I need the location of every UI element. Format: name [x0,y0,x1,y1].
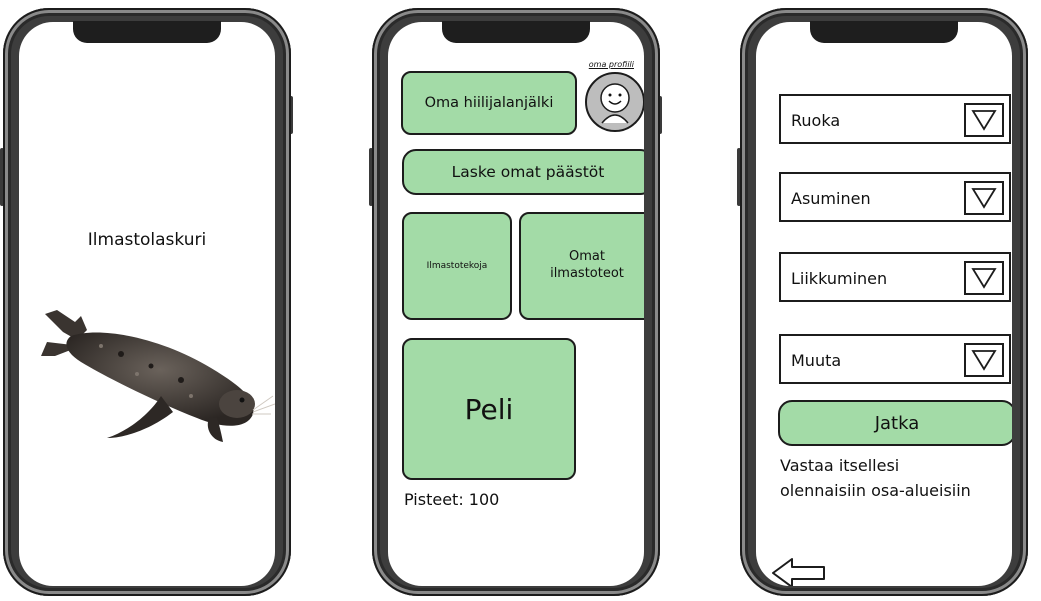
dropdown-label: Liikkuminen [791,269,888,288]
points-label: Pisteet: 100 [404,490,500,509]
phone-notch [810,21,958,43]
dropdown-muuta[interactable]: Muuta [779,334,1011,384]
dropdown-label: Ruoka [791,111,841,130]
dropdown-label: Muuta [791,351,842,370]
dropdown-arrow-icon[interactable] [964,103,1004,137]
back-arrow-icon[interactable] [770,556,828,586]
phone-splash: Ilmastolaskuri [0,8,293,600]
dropdown-arrow-icon[interactable] [964,261,1004,295]
seal-image [41,310,275,442]
dropdown-arrow-icon[interactable] [964,343,1004,377]
carbon-footprint-button[interactable]: Oma hiilijalanjälki [401,71,577,135]
dropdown-liikkuminen[interactable]: Liikkuminen [779,252,1011,302]
dropdown-label: Asuminen [791,189,871,208]
home-screen: oma profiili Oma hiilijalanjälki Laske o… [388,22,644,586]
instruction-text: Vastaa itsellesi olennaisiin osa-alueisi… [780,456,971,500]
climate-deeds-button[interactable]: Ilmastotekoja [402,212,512,320]
dropdown-asuminen[interactable]: Asuminen [779,172,1011,222]
app-title: Ilmastolaskuri [87,230,207,250]
phone-notch [73,21,221,43]
continue-button[interactable]: Jatka [778,400,1012,446]
avatar-icon[interactable] [584,71,644,133]
phone-categories: Ruoka Asuminen Liikkuminen Muuta Jatka V… [737,8,1028,600]
calculate-emissions-button[interactable]: Laske omat päästöt [402,149,644,195]
game-button[interactable]: Peli [402,338,576,480]
phone-notch [442,21,590,43]
dropdown-ruoka[interactable]: Ruoka [779,94,1011,144]
my-climate-deeds-button[interactable]: Omat ilmastoteot [519,212,644,320]
dropdown-arrow-icon[interactable] [964,181,1004,215]
categories-screen: Ruoka Asuminen Liikkuminen Muuta Jatka V… [756,22,1012,586]
splash-screen: Ilmastolaskuri [19,22,275,586]
phone-home: oma profiili Oma hiilijalanjälki Laske o… [369,8,662,600]
profile-link[interactable]: oma profiili [589,60,634,69]
